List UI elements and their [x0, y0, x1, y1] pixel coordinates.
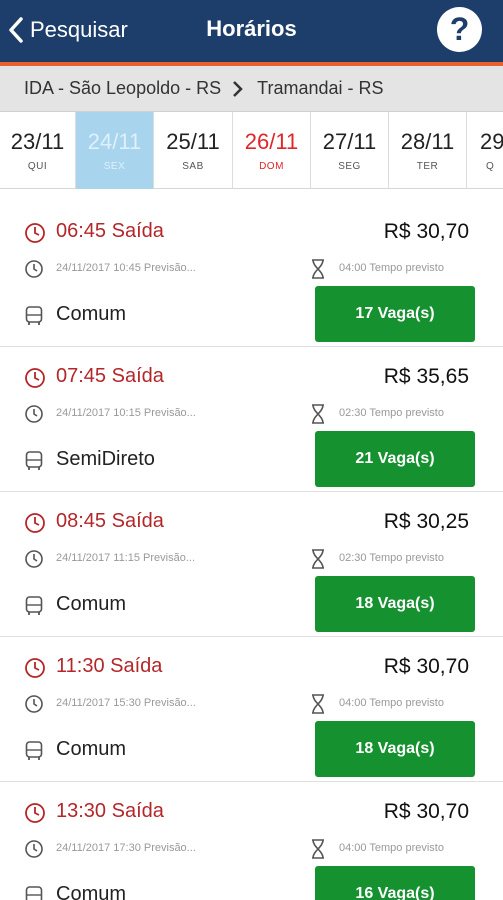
bus-icon [25, 741, 43, 760]
hourglass-icon [312, 839, 324, 859]
date-tab[interactable]: 29 Q [467, 112, 503, 189]
hourglass-icon [312, 404, 324, 424]
departure-time: 06:45 Saída [56, 220, 164, 242]
clock-icon [25, 695, 43, 713]
date-tab-date: 25/11 [166, 129, 220, 154]
date-tab-date: 28/11 [400, 129, 455, 154]
date-tab[interactable]: 28/11 TER [389, 112, 467, 189]
clock-icon [25, 550, 43, 568]
date-tab-weekday: SEG [338, 161, 361, 172]
chevron-right-icon [231, 80, 243, 98]
seats-button[interactable]: 18 Vaga(s) [315, 576, 475, 632]
hourglass-icon [312, 694, 324, 714]
trip-duration: 02:30 Tempo previsto [339, 552, 444, 564]
trip-duration: 04:00 Tempo previsto [339, 697, 444, 709]
arrival-estimate: 24/11/2017 10:45 Previsão... [56, 262, 196, 274]
departure-time: 08:45 Saída [56, 510, 164, 532]
date-tab-date: 29 [480, 129, 503, 154]
date-tab[interactable]: 25/11 SAB [154, 112, 233, 189]
departure-time: 11:30 Saída [56, 655, 163, 677]
seats-button[interactable]: 17 Vaga(s) [315, 286, 475, 342]
arrival-estimate: 24/11/2017 11:15 Previsão... [56, 552, 196, 564]
departure-time: 07:45 Saída [56, 365, 164, 387]
clock-icon [25, 840, 43, 858]
date-selector: 23/11 QUI 24/11 SEX 25/11 SAB 26/11 DOM … [0, 112, 503, 189]
trip-row[interactable]: 13:30 Saída R$ 30,70 24/11/2017 17:30 Pr… [0, 782, 503, 900]
header-bar: Pesquisar Horários ? [0, 0, 503, 62]
help-button[interactable]: ? [437, 7, 482, 52]
date-tab-weekday: SEX [103, 161, 126, 172]
page-title: Horários [206, 16, 297, 41]
route-bar: IDA - São Leopoldo - RS Tramandai - RS [0, 66, 503, 112]
seats-button[interactable]: 16 Vaga(s) [315, 866, 475, 900]
trip-row[interactable]: 07:45 Saída R$ 35,65 24/11/2017 10:15 Pr… [0, 347, 503, 492]
arrival-estimate: 24/11/2017 15:30 Previsão... [56, 697, 196, 709]
question-icon: ? [449, 11, 470, 47]
route-destination: Tramandai - RS [257, 78, 384, 98]
ticket-price: R$ 30,70 [383, 800, 469, 823]
clock-icon [25, 223, 45, 243]
trip-duration: 02:30 Tempo previsto [339, 407, 444, 419]
hourglass-icon [312, 549, 324, 569]
date-tab-weekday: DOM [259, 161, 284, 172]
trip-duration: 04:00 Tempo previsto [339, 842, 444, 854]
date-tab-date: 24/11 [87, 129, 142, 154]
date-tab-weekday: SAB [182, 161, 204, 172]
clock-icon [25, 260, 43, 278]
bus-icon [25, 451, 43, 470]
trip-row[interactable]: 11:30 Saída R$ 30,70 24/11/2017 15:30 Pr… [0, 637, 503, 782]
arrival-estimate: 24/11/2017 10:15 Previsão... [56, 407, 196, 419]
clock-icon [25, 803, 45, 823]
clock-icon [25, 368, 45, 388]
date-tab-date: 27/11 [322, 129, 377, 154]
service-type: SemiDireto [56, 448, 155, 470]
service-type: Comum [56, 738, 127, 760]
bus-icon [25, 886, 43, 900]
date-tab-weekday: TER [416, 161, 439, 172]
service-type: Comum [56, 593, 127, 615]
seats-button[interactable]: 18 Vaga(s) [315, 721, 475, 777]
clock-icon [25, 513, 45, 533]
trip-row[interactable]: 06:45 Saída R$ 30,70 24/11/2017 10:45 Pr… [0, 202, 503, 347]
date-tab-date: 26/11 [244, 129, 299, 154]
trip-duration: 04:00 Tempo previsto [339, 262, 444, 274]
ticket-price: R$ 30,70 [383, 655, 469, 678]
departure-time: 13:30 Saída [56, 800, 164, 822]
ticket-price: R$ 30,70 [383, 220, 469, 243]
date-tab-date: 23/11 [10, 129, 65, 154]
date-tab-weekday: Q [486, 161, 495, 172]
ticket-price: R$ 30,25 [383, 510, 469, 533]
hourglass-icon [312, 259, 324, 279]
arrival-estimate: 24/11/2017 17:30 Previsão... [56, 842, 196, 854]
seats-button[interactable]: 21 Vaga(s) [315, 431, 475, 487]
trip-row[interactable]: 08:45 Saída R$ 30,25 24/11/2017 11:15 Pr… [0, 492, 503, 637]
date-tab[interactable]: 27/11 SEG [311, 112, 389, 189]
clock-icon [25, 405, 43, 423]
date-tab-weekday: QUI [27, 161, 48, 172]
service-type: Comum [56, 303, 127, 325]
date-tab[interactable]: 26/11 DOM [233, 112, 311, 189]
service-type: Comum [56, 883, 127, 900]
bus-icon [25, 596, 43, 615]
clock-icon [25, 658, 45, 678]
route-origin: IDA - São Leopoldo - RS [24, 78, 222, 98]
date-tab[interactable]: 24/11 SEX [76, 112, 154, 189]
date-tab[interactable]: 23/11 QUI [0, 112, 76, 189]
bus-icon [25, 306, 43, 325]
ticket-price: R$ 35,65 [383, 365, 469, 388]
